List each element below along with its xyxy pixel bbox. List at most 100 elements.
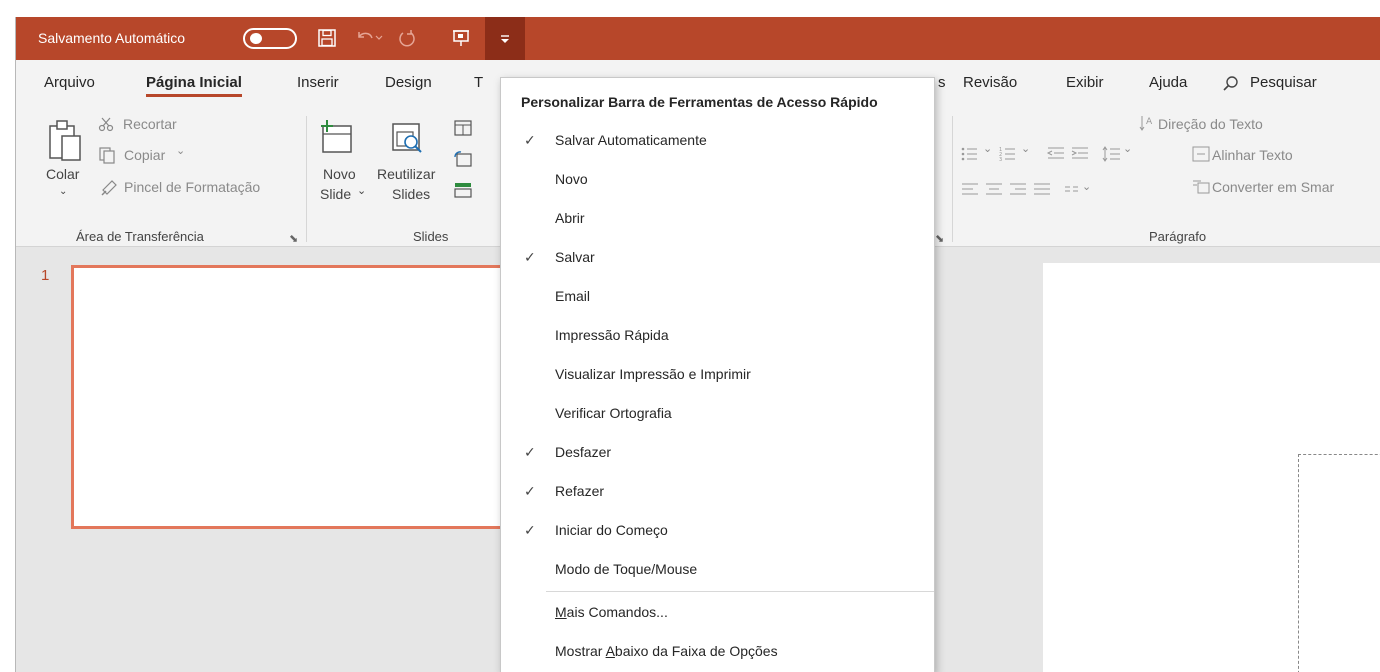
slide-thumbnail[interactable] xyxy=(71,265,511,529)
check-icon: ✓ xyxy=(524,522,536,538)
menu-item-start-from-beginning[interactable]: ✓ Iniciar do Começo xyxy=(502,511,934,549)
menu-item-label: Email xyxy=(555,288,591,304)
check-icon: ✓ xyxy=(524,249,536,265)
format-painter-button[interactable]: Pincel de Formatação xyxy=(124,179,260,195)
justify-icon[interactable] xyxy=(1033,182,1051,201)
text-placeholder[interactable] xyxy=(1298,454,1380,672)
layout-icon[interactable] xyxy=(454,120,472,141)
app-window: Salvamento Automático Arquivo Página Ini… xyxy=(15,17,1380,672)
redo-icon[interactable] xyxy=(394,25,420,51)
menu-item-label: Iniciar do Começo xyxy=(555,522,668,538)
menu-item-autosave[interactable]: ✓ Salvar Automaticamente xyxy=(502,121,934,159)
menu-item-label: Refazer xyxy=(555,483,605,499)
menu-item-label: Salvar Automaticamente xyxy=(555,132,707,148)
copy-icon xyxy=(98,146,116,169)
undo-dropdown-icon[interactable] xyxy=(372,25,386,51)
search-box[interactable]: Pesquisar xyxy=(1250,74,1317,91)
line-spacing-icon[interactable] xyxy=(1102,146,1122,167)
clipboard-launcher-icon[interactable]: ⬊ xyxy=(289,232,298,245)
convert-smartart-icon[interactable] xyxy=(1192,178,1210,199)
menu-item-show-below-ribbon[interactable]: Mostrar Abaixo da Faixa de Opções xyxy=(502,632,934,670)
new-slide-label-1[interactable]: Novo xyxy=(323,166,356,182)
convert-smartart-button[interactable]: Converter em Smar xyxy=(1212,179,1334,195)
menu-item-undo[interactable]: ✓ Desfazer xyxy=(502,433,934,471)
toggle-knob xyxy=(250,33,262,44)
save-icon[interactable] xyxy=(314,25,340,51)
menu-item-label: Modo de Toque/Mouse xyxy=(555,561,698,577)
bullets-icon[interactable] xyxy=(961,146,983,167)
menu-item-print-preview[interactable]: Visualizar Impressão e Imprimir xyxy=(502,355,934,393)
customize-qat-menu: Personalizar Barra de Ferramentas de Ace… xyxy=(500,77,935,672)
copy-dropdown-icon[interactable]: ⌄ xyxy=(176,144,185,157)
menu-item-label: Salvar xyxy=(555,249,595,265)
menu-item-more-commands[interactable]: Mais Comandos... xyxy=(502,593,934,631)
paste-dropdown-icon[interactable]: ⌄ xyxy=(59,186,67,197)
menu-item-salvar[interactable]: ✓ Salvar xyxy=(502,238,934,276)
menu-item-novo[interactable]: Novo xyxy=(502,160,934,198)
align-right-icon[interactable] xyxy=(1009,182,1027,201)
paste-button[interactable]: Colar xyxy=(46,166,79,182)
columns-icon[interactable] xyxy=(1064,184,1080,202)
tab-pagina-inicial[interactable]: Página Inicial xyxy=(146,74,242,97)
slides-group-label: Slides xyxy=(413,229,449,244)
reuse-slides-label-1[interactable]: Reutilizar xyxy=(377,166,435,182)
text-direction-button[interactable]: Direção do Texto xyxy=(1158,116,1263,132)
reuse-slides-label-2[interactable]: Slides xyxy=(392,186,430,202)
align-center-icon[interactable] xyxy=(985,182,1003,201)
reuse-slides-icon[interactable] xyxy=(387,118,427,161)
paragraph-group-label: Parágrafo xyxy=(1149,229,1207,244)
check-icon: ✓ xyxy=(524,444,536,460)
bullets-dropdown-icon[interactable]: ⌄ xyxy=(983,142,992,155)
align-left-icon[interactable] xyxy=(961,182,979,201)
tab-ajuda[interactable]: Ajuda xyxy=(1149,74,1187,91)
new-slide-dropdown-icon[interactable]: ⌄ xyxy=(357,184,366,197)
menu-item-touch-mode[interactable]: Modo de Toque/Mouse xyxy=(502,550,934,588)
text-direction-icon[interactable]: A xyxy=(1138,114,1156,137)
tab-transicoes[interactable]: T xyxy=(474,74,483,91)
menu-item-label: Mais Comandos... xyxy=(555,604,668,620)
align-text-icon[interactable] xyxy=(1192,146,1210,167)
autosave-toggle[interactable] xyxy=(243,28,297,49)
menu-item-abrir[interactable]: Abrir xyxy=(502,199,934,237)
tab-arquivo[interactable]: Arquivo xyxy=(44,74,95,91)
increase-indent-icon[interactable] xyxy=(1070,146,1090,167)
cut-button[interactable]: Recortar xyxy=(123,116,177,132)
menu-item-email[interactable]: Email xyxy=(502,277,934,315)
menu-item-quick-print[interactable]: Impressão Rápida xyxy=(502,316,934,354)
menu-item-redo[interactable]: ✓ Refazer xyxy=(502,472,934,510)
menu-item-label: Verificar Ortografia xyxy=(555,405,672,421)
menu-item-label: Novo xyxy=(555,171,588,187)
reset-icon[interactable] xyxy=(454,151,472,172)
tab-exibir[interactable]: Exibir xyxy=(1066,74,1104,91)
numbering-dropdown-icon[interactable]: ⌄ xyxy=(1021,142,1030,155)
customize-qat-button[interactable] xyxy=(485,17,525,60)
svg-text:3: 3 xyxy=(999,157,1002,162)
autosave-label: Salvamento Automático xyxy=(38,30,186,46)
menu-item-label: Impressão Rápida xyxy=(555,327,669,343)
paste-icon[interactable] xyxy=(46,118,86,167)
clipboard-group-label: Área de Transferência xyxy=(76,229,204,244)
columns-dropdown-icon[interactable]: ⌄ xyxy=(1082,180,1091,193)
menu-item-label: Abrir xyxy=(555,210,585,226)
tab-inserir[interactable]: Inserir xyxy=(297,74,339,91)
new-slide-icon[interactable] xyxy=(319,118,355,161)
check-icon: ✓ xyxy=(524,483,536,499)
copy-button[interactable]: Copiar xyxy=(124,147,165,163)
font-launcher-icon[interactable]: ⬊ xyxy=(935,232,944,245)
tab-apresentacao[interactable]: s xyxy=(938,74,946,91)
title-bar: Salvamento Automático xyxy=(16,17,1380,60)
numbering-icon[interactable]: 123 xyxy=(999,146,1021,167)
section-icon[interactable] xyxy=(454,182,472,203)
tab-design[interactable]: Design xyxy=(385,74,432,91)
line-spacing-dropdown-icon[interactable]: ⌄ xyxy=(1123,142,1132,155)
menu-item-label: Mostrar Abaixo da Faixa de Opções xyxy=(555,643,778,659)
start-from-beginning-icon[interactable] xyxy=(448,25,474,51)
tab-revisao[interactable]: Revisão xyxy=(963,74,1017,91)
check-icon: ✓ xyxy=(524,132,536,148)
format-painter-icon xyxy=(100,178,120,201)
scissors-icon xyxy=(98,116,114,137)
align-text-button[interactable]: Alinhar Texto xyxy=(1212,147,1293,163)
new-slide-label-2[interactable]: Slide xyxy=(320,186,351,202)
menu-item-spelling[interactable]: Verificar Ortografia xyxy=(502,394,934,432)
decrease-indent-icon[interactable] xyxy=(1046,146,1066,167)
